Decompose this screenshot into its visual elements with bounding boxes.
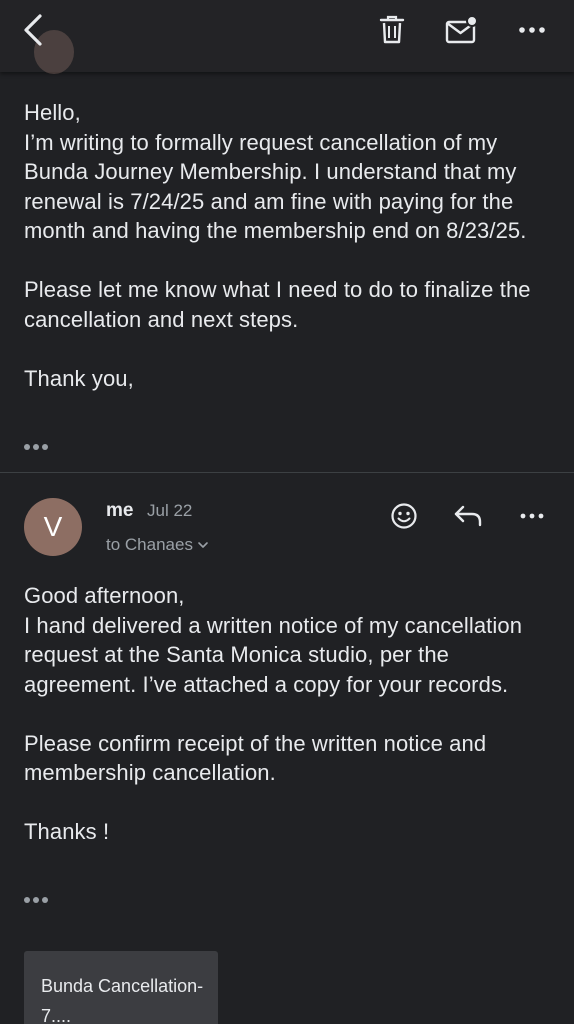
- recipient-details-toggle[interactable]: to Chanaes: [106, 535, 209, 555]
- attachment-card[interactable]: Bunda Cancellation-7....: [24, 951, 218, 1024]
- dot: [42, 444, 48, 450]
- top-app-bar: [0, 0, 574, 74]
- trash-icon[interactable]: [372, 10, 412, 50]
- dot: [33, 444, 39, 450]
- message-divider: [0, 472, 574, 473]
- more-horizontal-icon[interactable]: [514, 498, 550, 534]
- message-paragraph: [24, 699, 554, 729]
- message-paragraph: I’m writing to formally request cancella…: [24, 129, 527, 244]
- recipient-label: to Chanaes: [106, 535, 193, 554]
- attachment-name: Bunda Cancellation-7....: [41, 976, 204, 1024]
- message-body-2: Good afternoon, I hand delivered a writt…: [24, 581, 554, 847]
- message-paragraph: Hello,: [24, 100, 81, 125]
- message-date: Jul 22: [147, 501, 193, 520]
- sender-name: me: [106, 500, 134, 521]
- message-paragraph: [24, 334, 554, 364]
- message-paragraph: Please let me know what I need to do to …: [24, 277, 531, 332]
- dot: [33, 897, 39, 903]
- message-paragraph: [24, 788, 554, 818]
- message-paragraph: Please confirm receipt of the written no…: [24, 730, 487, 786]
- back-arrow-icon[interactable]: [14, 10, 54, 50]
- chevron-down-icon: [198, 542, 208, 548]
- dot: [42, 897, 48, 903]
- avatar[interactable]: V: [24, 498, 82, 556]
- show-trimmed-content-button[interactable]: [24, 894, 54, 906]
- message-body-1: Hello, I’m writing to formally request c…: [24, 98, 554, 393]
- message-paragraph: [24, 246, 554, 276]
- dot: [24, 444, 30, 450]
- dot: [24, 897, 30, 903]
- show-trimmed-content-button[interactable]: [24, 441, 54, 453]
- email-thread-screen: Hello, I’m writing to formally request c…: [0, 0, 574, 1024]
- message-paragraph: I hand delivered a written notice of my …: [24, 612, 523, 697]
- message-paragraph: Good afternoon,: [24, 583, 185, 608]
- emoji-reaction-icon[interactable]: [386, 498, 422, 534]
- reply-icon[interactable]: [450, 498, 486, 534]
- message-paragraph: Thanks !: [24, 819, 110, 844]
- message-paragraph: Thank you,: [24, 365, 134, 391]
- mail-unread-icon[interactable]: [440, 10, 484, 50]
- more-horizontal-icon[interactable]: [512, 10, 552, 50]
